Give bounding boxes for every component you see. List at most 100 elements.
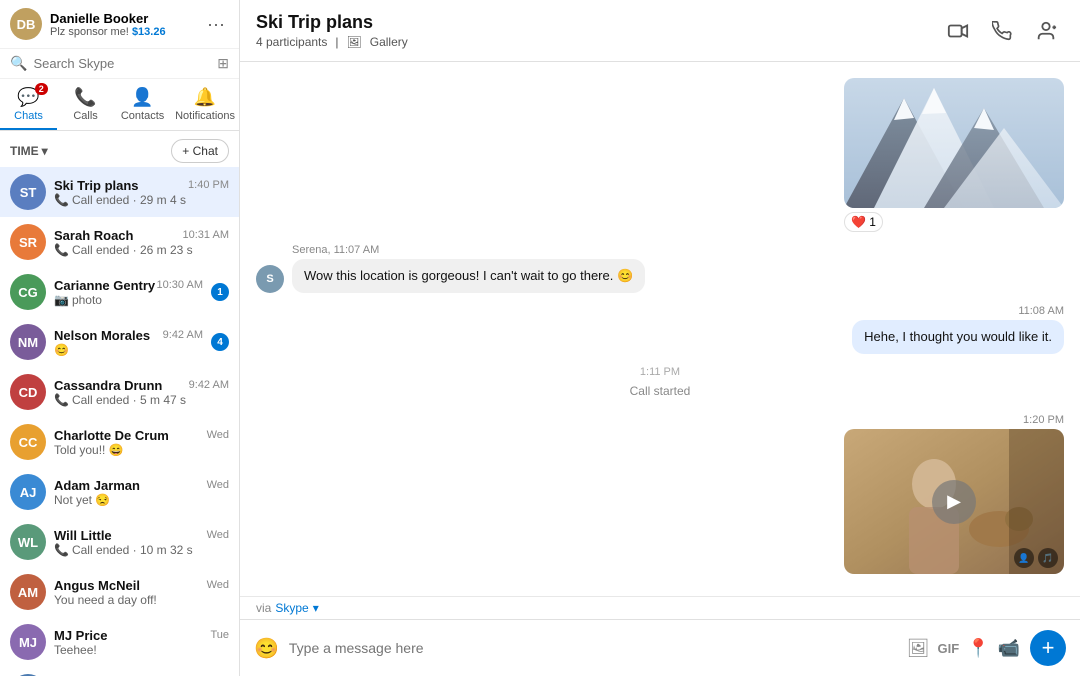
list-item[interactable]: SR Sarah Roach 10:31 AM 📞 Call ended · 2…: [0, 217, 239, 267]
calls-icon: 📞: [74, 87, 96, 108]
system-time: 1:11 PM: [640, 366, 680, 378]
chat-item-body: Nelson Morales 9:42 AM 😊: [54, 328, 203, 357]
image-message[interactable]: [844, 78, 1064, 208]
list-item[interactable]: AM Angus McNeil Wed You need a day off!: [0, 567, 239, 617]
chat-name: Ski Trip plans: [54, 178, 139, 193]
tab-contacts[interactable]: 👤 Contacts: [114, 79, 171, 130]
more-button[interactable]: ···: [203, 10, 229, 39]
chat-name: MJ Price: [54, 628, 107, 643]
chat-header: Ski Trip plans 4 participants | 🖼 Galler…: [240, 0, 1080, 62]
avatar: CD: [10, 374, 46, 410]
chat-item-body: Angus McNeil Wed You need a day off!: [54, 578, 229, 607]
list-item[interactable]: NM Nelson Morales 9:42 AM 😊 4: [0, 317, 239, 367]
input-container: via Skype ▾ 😊 🖼 GIF 📍 📹 +: [240, 596, 1080, 676]
chat-preview: You need a day off!: [54, 593, 229, 607]
video-message-button[interactable]: 📹: [998, 638, 1020, 659]
video-call-button[interactable]: [940, 13, 976, 49]
chats-icon: 💬2: [17, 87, 39, 108]
chat-preview: 📞 Call ended · 10 m 32 s: [54, 543, 229, 557]
chat-item-body: Sarah Roach 10:31 AM 📞 Call ended · 26 m…: [54, 228, 229, 257]
list-item[interactable]: ST Ski Trip plans 1:40 PM 📞 Call ended ·…: [0, 167, 239, 217]
chat-preview: Not yet 😒: [54, 493, 229, 507]
message-time: 11:08 AM: [1018, 305, 1064, 317]
chat-name: Adam Jarman: [54, 478, 140, 493]
list-item[interactable]: WL Will Little Wed 📞 Call ended · 10 m 3…: [0, 517, 239, 567]
video-icons: 👤 🎵: [1014, 548, 1058, 568]
chat-header-info: Ski Trip plans 4 participants | 🖼 Galler…: [256, 12, 408, 49]
avatar: CC: [10, 424, 46, 460]
profile-bar: DB Danielle Booker Plz sponsor me! $13.2…: [0, 0, 239, 49]
avatar: AM: [10, 574, 46, 610]
message-with-avatar: S Serena, 11:07 AM Wow this location is …: [256, 244, 645, 293]
list-item[interactable]: AJ Adam Jarman Wed Not yet 😒: [0, 467, 239, 517]
sidebar: DB Danielle Booker Plz sponsor me! $13.2…: [0, 0, 240, 676]
main-chat: Ski Trip plans 4 participants | 🖼 Galler…: [240, 0, 1080, 676]
list-item[interactable]: DS Dianne Stevens, Sarah Roach Tue 📄 Mee…: [0, 667, 239, 676]
chat-item-body: Cassandra Drunn 9:42 AM 📞 Call ended · 5…: [54, 378, 229, 407]
chat-time: Wed: [207, 529, 229, 541]
search-icon: 🔍: [10, 55, 27, 72]
chat-name: Cassandra Drunn: [54, 378, 162, 393]
add-button[interactable]: +: [1030, 630, 1066, 666]
list-item[interactable]: CG Carianne Gentry 10:30 AM 📷 photo 1: [0, 267, 239, 317]
chat-time: 10:30 AM: [157, 279, 203, 291]
add-participant-button[interactable]: [1028, 13, 1064, 49]
tab-calls-label: Calls: [73, 110, 97, 122]
chat-name: Will Little: [54, 528, 112, 543]
chat-name: Angus McNeil: [54, 578, 140, 593]
tab-contacts-label: Contacts: [121, 110, 164, 122]
chat-preview: Teehee!: [54, 643, 229, 657]
chat-item-body: Will Little Wed 📞 Call ended · 10 m 32 s: [54, 528, 229, 557]
messages-area: ❤️ 1 S Serena, 11:07 AM Wow this locatio…: [240, 62, 1080, 596]
tab-notifications[interactable]: 🔔 Notifications: [171, 79, 239, 130]
chat-time: 1:40 PM: [188, 179, 229, 191]
avatar: NM: [10, 324, 46, 360]
chat-name: Sarah Roach: [54, 228, 133, 243]
message-sender: Serena, 11:07 AM: [292, 244, 645, 256]
tab-calls[interactable]: 📞 Calls: [57, 79, 114, 130]
message-bubble: Wow this location is gorgeous! I can't w…: [292, 259, 645, 293]
profile-info: Danielle Booker Plz sponsor me! $13.26: [50, 11, 195, 38]
chat-time: Tue: [210, 629, 229, 641]
reaction-badge[interactable]: ❤️ 1: [844, 212, 883, 232]
avatar: AJ: [10, 474, 46, 510]
chat-list: ST Ski Trip plans 1:40 PM 📞 Call ended ·…: [0, 167, 239, 676]
video-message[interactable]: ▶ 👤 🎵: [844, 429, 1064, 574]
chat-name: Carianne Gentry: [54, 278, 155, 293]
chat-time: Wed: [207, 579, 229, 591]
chevron-down-icon: ▾: [313, 601, 319, 615]
profile-name: Danielle Booker: [50, 11, 195, 26]
tab-chats[interactable]: 💬2 Chats: [0, 79, 57, 130]
emoji-button[interactable]: 😊: [254, 636, 279, 661]
voice-call-button[interactable]: [984, 13, 1020, 49]
profile-status: Plz sponsor me! $13.26: [50, 26, 195, 38]
chat-item-body: Ski Trip plans 1:40 PM 📞 Call ended · 29…: [54, 178, 229, 207]
play-button[interactable]: ▶: [932, 480, 976, 524]
nav-tabs: 💬2 Chats 📞 Calls 👤 Contacts 🔔 Notificati…: [0, 79, 239, 131]
list-item[interactable]: CC Charlotte De Crum Wed Told you!! 😄: [0, 417, 239, 467]
message-input[interactable]: [289, 640, 897, 656]
grid-icon[interactable]: ⊞: [217, 55, 229, 72]
via-skype-label: via Skype ▾: [240, 597, 1080, 619]
search-input[interactable]: [33, 56, 211, 71]
avatar: CG: [10, 274, 46, 310]
message-content: Serena, 11:07 AM Wow this location is go…: [292, 244, 645, 293]
avatar: S: [256, 265, 284, 293]
chat-preview: 😊: [54, 343, 203, 357]
gif-button[interactable]: GIF: [937, 641, 959, 656]
msg-row: S Serena, 11:07 AM Wow this location is …: [256, 244, 1064, 293]
tab-chats-label: Chats: [14, 110, 43, 122]
list-item[interactable]: MJ MJ Price Tue Teehee!: [0, 617, 239, 667]
msg-row: 1:20 PM: [256, 414, 1064, 574]
chat-time: Wed: [207, 479, 229, 491]
location-button[interactable]: 📍: [967, 638, 989, 659]
time-sort-btn[interactable]: TIME ▾: [10, 144, 48, 158]
chat-item-body: Charlotte De Crum Wed Told you!! 😄: [54, 428, 229, 457]
chats-badge: 2: [35, 83, 48, 95]
page-title: Ski Trip plans: [256, 12, 408, 33]
list-item[interactable]: CD Cassandra Drunn 9:42 AM 📞 Call ended …: [0, 367, 239, 417]
new-chat-button[interactable]: + Chat: [171, 139, 229, 163]
msg-row: ❤️ 1: [256, 78, 1064, 232]
input-actions: 🖼 GIF 📍 📹: [907, 638, 1020, 659]
image-attach-button[interactable]: 🖼: [907, 638, 930, 659]
